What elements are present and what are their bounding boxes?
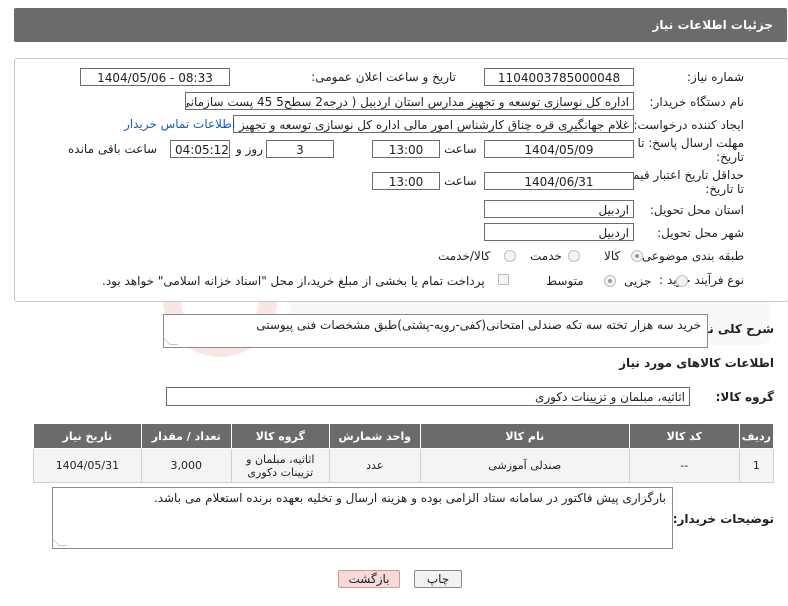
remaining-time-field: 04:05:12 <box>170 140 230 158</box>
category-radio-goods-service[interactable] <box>504 250 516 262</box>
deadline-date-field: 1404/05/09 <box>484 140 634 158</box>
summary-textarea[interactable]: خرید سه هزار تخته سه تکه صندلی امتحانی(ک… <box>163 314 708 348</box>
price-validity-time-field: 13:00 <box>372 172 440 190</box>
deadline-label-date: تاریخ: <box>716 150 744 164</box>
cell-name: صندلی آموزشی <box>419 448 630 483</box>
price-validity-label: حداقل تاریخ اعتبار قیمت: <box>617 168 744 182</box>
goods-table: ردیف کد کالا نام کالا واحد شمارش گروه کا… <box>33 423 775 483</box>
print-button[interactable]: چاپ <box>414 570 462 588</box>
resize-grip-icon[interactable] <box>164 337 178 345</box>
process-radio-medium[interactable] <box>604 275 616 287</box>
col-name: نام کالا <box>419 423 630 449</box>
announce-label: تاریخ و ساعت اعلان عمومی: <box>311 70 456 84</box>
buyer-notes-text: بارگزاری پیش فاکتور در سامانه ستاد الزام… <box>153 491 666 505</box>
price-validity-date-field: 1404/06/31 <box>484 172 634 190</box>
cell-code: -- <box>628 448 740 483</box>
category-option-goods-service: کالا/خدمت <box>438 249 491 263</box>
process-label: نوع فرآیند خرید : <box>659 273 744 287</box>
days-label: روز و <box>236 142 263 156</box>
deadline-time-field: 13:00 <box>372 140 440 158</box>
buyer-org-label: نام دستگاه خریدار: <box>649 95 745 109</box>
goods-group-label: گروه کالا: <box>715 390 774 404</box>
page-title: جزئیات اطلاعات نیاز <box>652 18 773 32</box>
cell-group: اثاثیه، مبلمان و تزیینات دکوری <box>230 448 330 483</box>
city-label: شهر محل تحویل: <box>657 226 744 240</box>
creator-field: غلام جهانگیری قره چناق کارشناس امور مالی… <box>233 115 634 133</box>
treasury-payment-checkbox[interactable] <box>498 274 509 285</box>
city-field: اردبیل <box>484 223 634 241</box>
cell-quantity: 3,000 <box>140 448 232 483</box>
category-radio-service[interactable] <box>568 250 580 262</box>
resize-grip-icon[interactable] <box>53 538 67 546</box>
col-row: ردیف <box>738 423 775 449</box>
buyer-notes-textarea[interactable]: بارگزاری پیش فاکتور در سامانه ستاد الزام… <box>52 487 673 549</box>
cell-row: 1 <box>738 448 775 483</box>
buyer-notes-label: توضیحات خریدار: <box>672 512 774 526</box>
col-date: تاریخ نیاز <box>33 423 142 449</box>
remaining-label: ساعت باقی مانده <box>68 142 158 156</box>
page-header: جزئیات اطلاعات نیاز <box>14 8 787 42</box>
cell-date: 1404/05/31 <box>33 448 142 483</box>
deadline-time-label: ساعت <box>444 142 477 156</box>
province-label: استان محل تحویل: <box>649 203 744 217</box>
need-number-field: 1104003785000048 <box>484 68 634 86</box>
col-group: گروه کالا <box>230 423 330 449</box>
buyer-contact-link[interactable]: اطلاعات تماس خریدار <box>124 117 235 131</box>
col-quantity: تعداد / مقدار <box>140 423 232 449</box>
col-unit: واحد شمارش <box>328 423 421 449</box>
province-field: اردبیل <box>484 200 634 218</box>
price-validity-date-label: تا تاریخ: <box>705 182 744 196</box>
creator-label: ایجاد کننده درخواست: <box>633 118 744 132</box>
category-option-goods: کالا <box>604 249 621 263</box>
category-option-service: خدمت <box>530 249 562 263</box>
col-code: کد کالا <box>628 423 740 449</box>
category-label: طبقه بندی موضوعی: <box>637 249 744 263</box>
category-radio-goods[interactable] <box>631 250 643 262</box>
goods-table-header: ردیف کد کالا نام کالا واحد شمارش گروه کا… <box>33 423 775 449</box>
process-option-medium: متوسط <box>546 274 584 288</box>
deadline-label: مهلت ارسال پاسخ: تا <box>637 136 744 150</box>
payment-note: پرداخت تمام یا بخشی از مبلغ خرید،از محل … <box>102 274 485 288</box>
goods-group-field: اثاثیه، مبلمان و تزیینات دکوری <box>166 387 690 406</box>
back-button[interactable]: بازگشت <box>338 570 400 588</box>
price-time-label: ساعت <box>444 174 477 188</box>
announce-field: 1404/05/06 - 08:33 <box>80 68 230 86</box>
days-remaining-field: 3 <box>266 140 334 158</box>
cell-unit: عدد <box>328 448 421 483</box>
table-row: 1 -- صندلی آموزشی عدد اثاثیه، مبلمان و ت… <box>33 448 775 483</box>
need-number-label: شماره نیاز: <box>687 70 744 84</box>
summary-text: خرید سه هزار تخته سه تکه صندلی امتحانی(ک… <box>256 318 701 332</box>
buyer-org-field: اداره کل نوسازی توسعه و تجهیز مدارس استا… <box>185 92 634 110</box>
goods-section-title: اطلاعات کالاهای مورد نیاز <box>619 356 774 370</box>
process-option-minor: جزیی <box>624 274 652 288</box>
process-radio-minor[interactable] <box>676 275 688 287</box>
